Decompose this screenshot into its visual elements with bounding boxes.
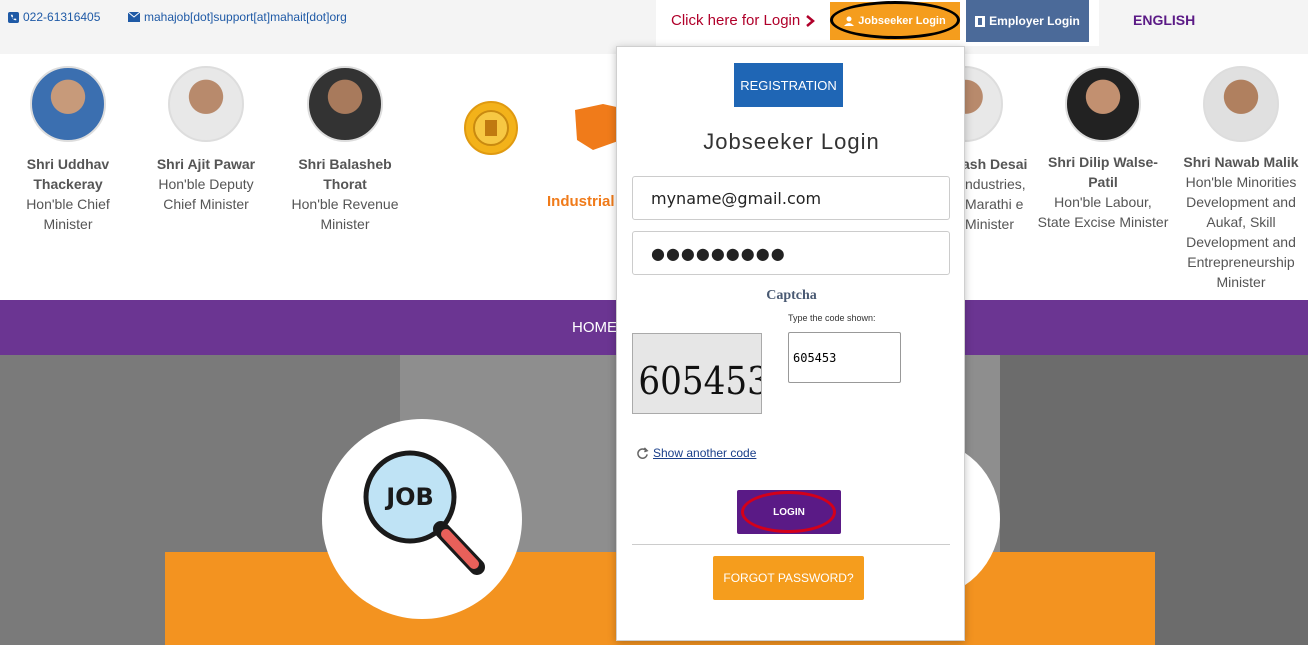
job-search-icon: JOB — [363, 450, 485, 575]
minister-name: Shri Ajit Pawar — [156, 156, 256, 172]
minister-photo — [30, 66, 106, 142]
captcha-code-image: 605453 — [638, 358, 768, 403]
email-address[interactable]: mahajob[dot]support[at]mahait[dot]org — [144, 10, 347, 24]
show-another-code-label: Show another code — [653, 446, 757, 460]
job-search-badge: JOB — [322, 419, 522, 619]
minister-card-partial: ash Desai ndustries, Marathi e Minister — [955, 66, 1035, 234]
minister-name: Shri Balasheb Thorat — [298, 156, 392, 192]
industrial-label: Industrial — [547, 193, 615, 210]
language-selector[interactable]: ENGLISH — [1133, 12, 1195, 28]
minister-card: Shri Dilip Walse-Patil Hon'ble Labour, S… — [1036, 66, 1170, 232]
job-badge-text: JOB — [384, 483, 434, 511]
refresh-icon — [637, 446, 649, 459]
registration-button[interactable]: REGISTRATION — [734, 63, 843, 107]
minister-name: Shri Dilip Walse-Patil — [1048, 154, 1158, 190]
show-another-code-link[interactable]: Show another code — [636, 446, 756, 460]
minister-photo — [1065, 66, 1141, 142]
minister-name: ash Desai — [962, 156, 1028, 172]
captcha-input[interactable]: 605453 — [788, 332, 901, 383]
minister-role: Hon'ble Minorities Development and Aukaf… — [1185, 174, 1297, 290]
minister-photo — [168, 66, 244, 142]
minister-card: Shri Balasheb Thorat Hon'ble Revenue Min… — [288, 66, 402, 234]
maharashtra-emblem-icon — [464, 101, 518, 155]
minister-card: Shri Nawab Malik Hon'ble Minorities Deve… — [1180, 66, 1302, 292]
phone-icon — [8, 11, 19, 23]
minister-card: Shri Uddhav Thackeray Hon'ble Chief Mini… — [18, 66, 118, 234]
jobseeker-login-label: Jobseeker Login — [858, 15, 946, 27]
password-field[interactable]: ●●●●●●●●● — [632, 231, 950, 275]
email-contact: mahajob[dot]support[at]mahait[dot]org — [128, 10, 347, 24]
employer-login-label: Employer Login — [989, 14, 1080, 28]
minister-card: Shri Ajit Pawar Hon'ble Deputy Chief Min… — [150, 66, 262, 214]
minister-photo — [307, 66, 383, 142]
minister-name: Shri Uddhav Thackeray — [26, 156, 110, 192]
user-icon — [844, 16, 855, 26]
panel-title: Jobseeker Login — [703, 129, 880, 154]
minister-photo — [1203, 66, 1279, 142]
forgot-password-button[interactable]: FORGOT PASSWORD? — [713, 556, 864, 600]
jobseeker-login-panel: REGISTRATION Jobseeker Login myname@gmai… — [616, 46, 965, 641]
chevron-right-icon — [806, 14, 816, 27]
minister-name: Shri Nawab Malik — [1183, 154, 1299, 170]
minister-role: Hon'ble Deputy Chief Minister — [158, 176, 254, 212]
captcha-image: 605453 — [632, 333, 769, 414]
minister-role: Hon'ble Labour, State Excise Minister — [1037, 194, 1169, 230]
minister-role: Hon'ble Revenue Minister — [291, 196, 399, 232]
nav-home[interactable]: HOME — [572, 319, 617, 336]
jobseeker-login-button[interactable]: Jobseeker Login — [830, 2, 960, 40]
employer-login-button[interactable]: Employer Login — [966, 0, 1089, 42]
minister-role: Hon'ble Chief Minister — [26, 196, 110, 232]
id-card-icon — [975, 15, 986, 27]
captcha-label: Captcha — [766, 288, 817, 303]
login-button[interactable]: LOGIN — [737, 490, 841, 534]
email-field[interactable]: myname@gmail.com — [632, 176, 950, 220]
click-login-label: Click here for Login — [671, 12, 801, 29]
click-here-login[interactable]: Click here for Login — [671, 12, 816, 29]
captcha-code-text: 605453 — [638, 358, 761, 403]
minister-role: ndustries, Marathi e Minister — [965, 176, 1026, 232]
divider — [632, 544, 950, 545]
envelope-icon — [128, 12, 140, 22]
phone-number: 022-61316405 — [23, 10, 101, 24]
type-code-label: Type the code shown: — [788, 313, 876, 323]
phone-contact: 022-61316405 — [8, 10, 100, 24]
